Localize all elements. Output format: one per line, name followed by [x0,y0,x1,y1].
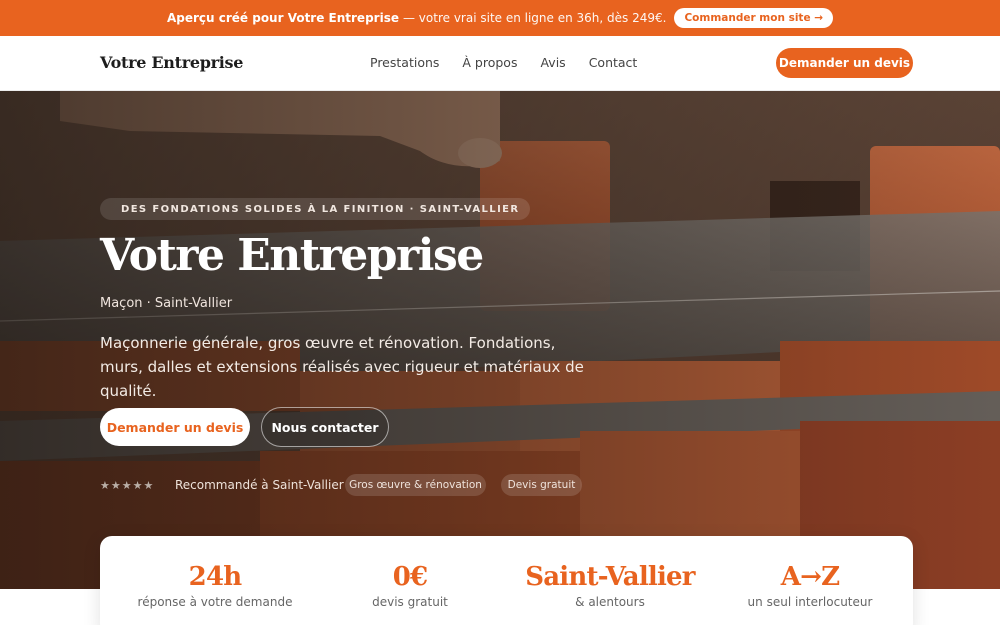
rating-stars-icon: ★★★★★ [100,479,155,492]
hero-section: DES FONDATIONS SOLIDES À LA FINITION · S… [0,91,1000,589]
nav-link-a-propos[interactable]: À propos [462,55,517,70]
order-site-button[interactable]: Commander mon site → [674,8,834,28]
stat-area: Saint-Vallier & alentours [510,562,710,609]
promo-headline: Aperçu créé pour Votre Entreprise [166,11,399,25]
stat-free-quote: 0€ devis gratuit [310,562,510,609]
free-quote-badge: Devis gratuit [501,474,582,496]
nav-link-avis[interactable]: Avis [540,55,565,70]
nav-link-prestations[interactable]: Prestations [370,55,439,70]
contact-button[interactable]: Nous contacter [261,407,389,447]
nav-menu: Prestations À propos Avis Contact [370,55,637,70]
stat-label: un seul interlocuteur [747,595,873,609]
stat-label: réponse à votre demande [137,595,293,609]
stat-value: A→Z [780,562,840,592]
hero-subtitle: Maçon · Saint-Vallier [100,296,233,311]
nav-quote-button[interactable]: Demander un devis [776,48,913,78]
stat-value: 0€ [392,562,428,592]
stat-value: Saint-Vallier [525,562,695,592]
hero-tagline: DES FONDATIONS SOLIDES À LA FINITION · S… [100,198,530,220]
stat-response-time: 24h réponse à votre demande [100,562,330,609]
hero-description: Maçonnerie générale, gros œuvre et rénov… [100,334,584,400]
promo-text: — votre vrai site en ligne en 36h, dès 2… [402,11,667,25]
nav-link-contact[interactable]: Contact [589,55,638,70]
hero-title: Votre Entreprise [100,230,484,281]
service-badge: Gros œuvre & rénovation [345,474,486,496]
recommendation-text: Recommandé à Saint-Vallier [175,478,344,492]
promo-banner: Aperçu créé pour Votre Entreprise — votr… [0,0,1000,36]
brand-logo[interactable]: Votre Entreprise [100,53,243,72]
stat-label: devis gratuit [372,595,448,609]
stat-label: & alentours [575,595,645,609]
quote-button[interactable]: Demander un devis [100,408,250,446]
stat-single-contact: A→Z un seul interlocuteur [710,562,910,609]
stats-card: 24h réponse à votre demande 0€ devis gra… [100,536,913,625]
stat-value: 24h [188,562,242,592]
top-navigation: Votre Entreprise Prestations À propos Av… [0,36,1000,91]
